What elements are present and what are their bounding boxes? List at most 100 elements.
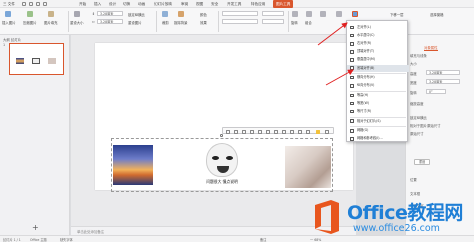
- position-section[interactable]: 位置: [410, 177, 417, 182]
- crop-label[interactable]: 裁剪: [162, 20, 169, 25]
- align-menu-item[interactable]: 水平居中(C): [347, 32, 409, 39]
- print-icon[interactable]: [29, 2, 33, 6]
- style-select[interactable]: [222, 19, 258, 24]
- resize-label[interactable]: 重设大小: [70, 20, 84, 25]
- border-mini-icon[interactable]: [258, 129, 262, 134]
- lock-mini-icon[interactable]: [298, 129, 302, 134]
- relative-original-checkbox[interactable]: 相对于图片原始尺寸: [410, 123, 441, 128]
- undo-icon[interactable]: [43, 2, 47, 6]
- menu-item-label: 等高(H): [357, 92, 369, 97]
- more-mini-icon[interactable]: [325, 129, 329, 134]
- line-dash-select[interactable]: [262, 19, 284, 24]
- align-mini-icon[interactable]: [234, 129, 238, 134]
- fill-label[interactable]: 图片填充: [44, 20, 58, 25]
- rotate-field[interactable]: 0°: [426, 89, 446, 94]
- align-option-icon: [350, 101, 354, 106]
- bulb-mini-icon[interactable]: [316, 129, 320, 134]
- crop-icon[interactable]: [162, 11, 168, 17]
- select-pane-button[interactable]: 选择窗格: [430, 12, 444, 17]
- reset-size-button[interactable]: 重设: [414, 159, 430, 165]
- height-input[interactable]: 3.28厘米: [97, 11, 123, 16]
- align-option-icon: [350, 93, 354, 98]
- photo-image[interactable]: [285, 146, 331, 188]
- tab-view[interactable]: 视图: [196, 0, 203, 8]
- tab-picture-tools[interactable]: 图片工具: [273, 0, 294, 8]
- reset-picture-button[interactable]: 重设图片: [128, 20, 142, 25]
- insert-picture-icon[interactable]: [5, 11, 11, 17]
- color-button[interactable]: 颜色: [200, 12, 207, 17]
- tab-design[interactable]: 设计: [109, 0, 116, 8]
- width-field[interactable]: 3.28厘米: [426, 79, 460, 84]
- align-menu-item[interactable]: 左对齐(L): [347, 24, 409, 31]
- size-section-label[interactable]: 大小: [410, 61, 417, 66]
- line-width-select[interactable]: [262, 11, 284, 16]
- align-menu-item[interactable]: 纵向分布(V): [347, 82, 409, 89]
- tab-review[interactable]: 审阅: [181, 0, 188, 8]
- lock-ratio-checkbox[interactable]: 锁定纵横比: [410, 115, 427, 120]
- tab-transition[interactable]: 切换: [123, 0, 130, 8]
- tab-file[interactable]: 三 文件: [3, 0, 15, 8]
- height-field[interactable]: 3.28厘米: [426, 70, 460, 75]
- tab-animation[interactable]: 动画: [138, 0, 145, 8]
- sunset-image[interactable]: [113, 145, 153, 185]
- align-menu-item[interactable]: 横向分布(H): [347, 74, 409, 81]
- tab-slideshow[interactable]: 幻灯片放映: [154, 0, 172, 8]
- compress-label[interactable]: 压缩图片: [23, 20, 37, 25]
- combine-label[interactable]: 组合: [305, 20, 312, 25]
- align-menu-item[interactable]: 等宽(W): [347, 100, 409, 107]
- width-input[interactable]: 3.28厘米: [97, 19, 123, 24]
- effects-button[interactable]: 效果: [200, 20, 207, 25]
- align-menu-item[interactable]: 右对齐(R): [347, 40, 409, 47]
- align-menu-item[interactable]: 网格和参考线(I)...: [347, 135, 409, 142]
- align-menu-item[interactable]: 顶端对齐(T): [347, 48, 409, 55]
- layer-mini-icon[interactable]: [274, 129, 278, 134]
- panel-tabs[interactable]: 大纲 幻灯片: [3, 37, 21, 42]
- meme-image[interactable]: 问题很大 慢点说明: [198, 141, 246, 189]
- add-slide-button[interactable]: +: [32, 223, 39, 232]
- fill-icon[interactable]: [48, 11, 54, 17]
- remove-bg-icon[interactable]: [178, 11, 184, 17]
- tab-devtools[interactable]: 开发工具: [227, 0, 241, 8]
- combine-icon[interactable]: [306, 11, 312, 17]
- effect-mini-icon[interactable]: [266, 129, 270, 134]
- tab-features[interactable]: 特色应用: [251, 0, 265, 8]
- remove-bg-label[interactable]: 抠除背景: [174, 20, 188, 25]
- up-layer-icon[interactable]: [320, 11, 326, 17]
- tab-insert[interactable]: 插入: [94, 0, 101, 8]
- rotate-icon[interactable]: [292, 11, 298, 17]
- rotate-handle[interactable]: [220, 134, 223, 137]
- down-layer-icon[interactable]: [336, 11, 342, 17]
- compress-icon[interactable]: [27, 11, 33, 17]
- divider: [288, 11, 289, 32]
- fill-mini-icon[interactable]: [250, 129, 254, 134]
- group-mini-icon[interactable]: [282, 129, 286, 134]
- tab-home[interactable]: 开始: [79, 0, 86, 8]
- rotate-mini-icon[interactable]: [242, 129, 246, 134]
- align-menu-item[interactable]: 等尺寸(R): [347, 108, 409, 115]
- rotate-label[interactable]: 旋转: [291, 20, 298, 25]
- align-menu-item[interactable]: 底端对齐(B): [347, 64, 409, 72]
- align-icon[interactable]: [352, 11, 358, 17]
- resize-icon[interactable]: [74, 11, 80, 17]
- preview-icon[interactable]: [36, 2, 40, 6]
- down-layer-button[interactable]: 下移一层: [390, 12, 404, 17]
- menu-item-label: 网格(G): [357, 128, 369, 133]
- copy-mini-icon[interactable]: [306, 129, 310, 134]
- border-select[interactable]: [222, 11, 258, 16]
- link-mini-icon[interactable]: [290, 129, 294, 134]
- notes-toggle[interactable]: 备注: [260, 237, 266, 242]
- crop-mini-icon[interactable]: [226, 129, 230, 134]
- lock-ratio-checkbox[interactable]: 锁定纵横比: [128, 12, 145, 17]
- missing-font[interactable]: 缺失字体: [60, 237, 73, 242]
- align-menu-item[interactable]: 垂直居中(M): [347, 56, 409, 63]
- tab-fill-line[interactable]: 填充与线条: [410, 53, 427, 58]
- tab-object-properties[interactable]: 对象属性: [424, 45, 438, 51]
- align-menu-item[interactable]: 等高(H): [347, 92, 409, 99]
- insert-picture-label[interactable]: 插入图片: [2, 20, 16, 25]
- tab-security[interactable]: 安全: [211, 0, 218, 8]
- slide-thumbnail[interactable]: [9, 43, 64, 75]
- meme-mouth: [217, 166, 229, 173]
- align-menu-item[interactable]: 网格(G): [347, 127, 409, 134]
- align-menu-item[interactable]: 相对于幻灯片(S): [347, 118, 409, 125]
- save-icon[interactable]: [22, 2, 26, 6]
